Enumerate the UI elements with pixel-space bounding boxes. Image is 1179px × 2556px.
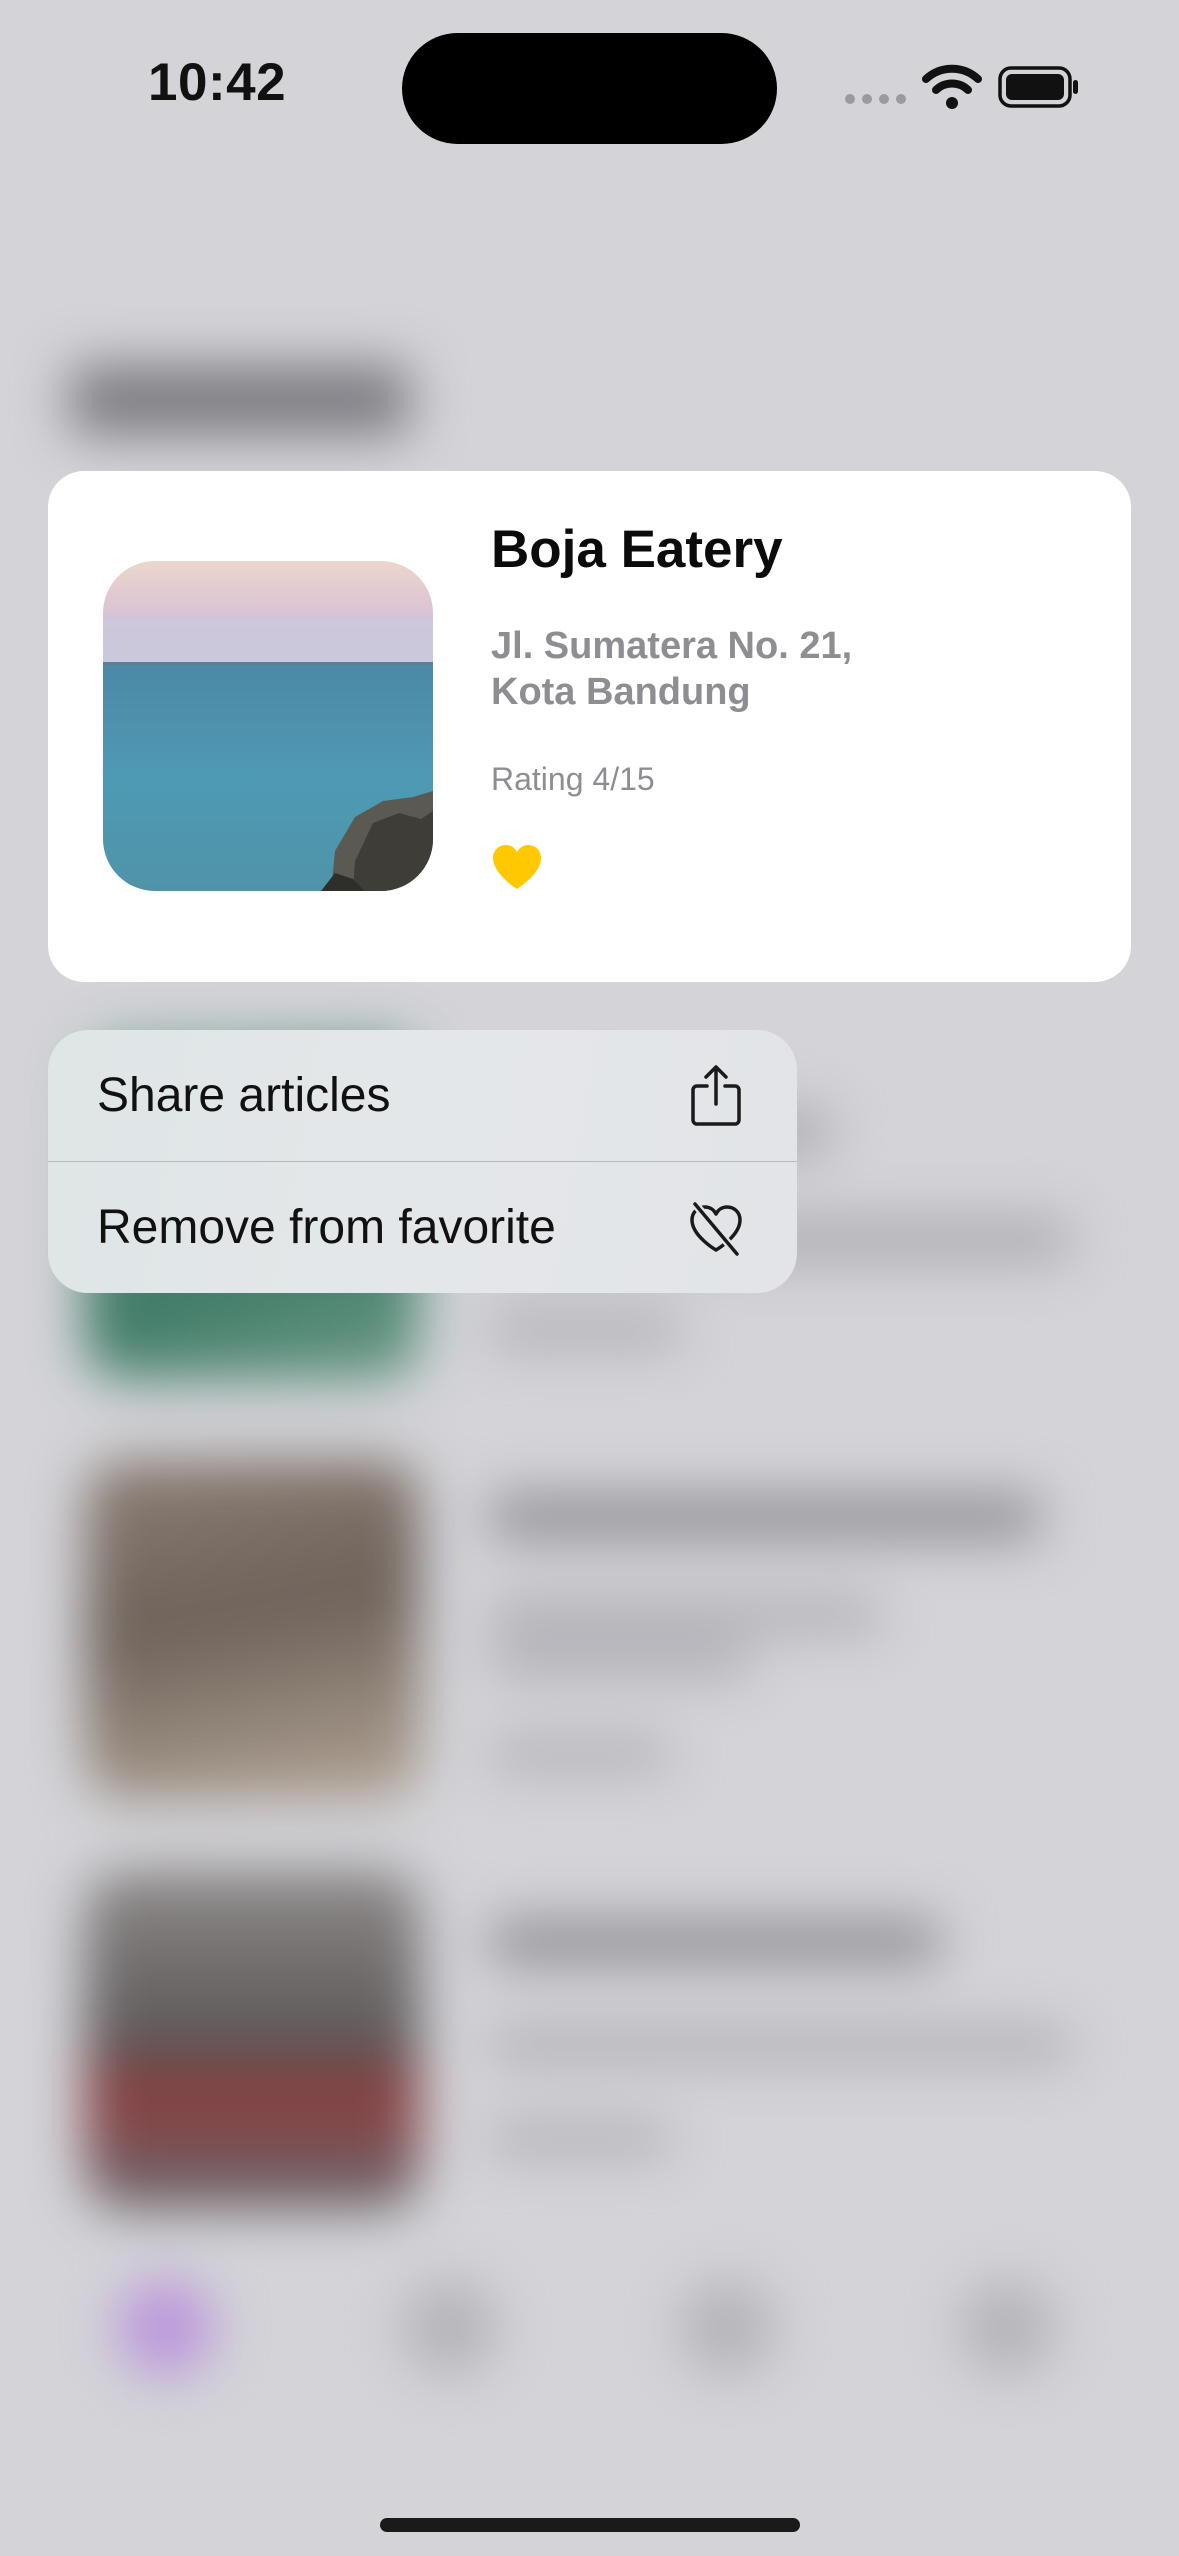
background-line	[490, 1920, 940, 1964]
background-line	[490, 2125, 670, 2153]
background-thumbnail	[85, 1460, 420, 1800]
share-articles-label: Share articles	[97, 1069, 391, 1122]
background-tab-active	[118, 2280, 213, 2375]
background-tab	[960, 2280, 1055, 2375]
background-line	[490, 1740, 670, 1768]
background-line	[490, 1495, 1040, 1539]
background-thumbnail	[85, 1870, 420, 2210]
heart-slash-icon	[690, 1199, 742, 1258]
restaurant-preview-card[interactable]: Boja Eatery Jl. Sumatera No. 21, Kota Ba…	[48, 471, 1131, 982]
status-time: 10:42	[148, 53, 287, 112]
status-bar: 10:42	[0, 0, 1179, 180]
battery-icon	[998, 66, 1078, 108]
restaurant-address: Jl. Sumatera No. 21, Kota Bandung	[491, 623, 852, 715]
background-line	[490, 1645, 750, 1675]
background-tab	[680, 2280, 775, 2375]
favorite-heart-icon	[493, 845, 541, 889]
share-articles-menu-item[interactable]: Share articles	[48, 1030, 797, 1161]
home-indicator[interactable]	[380, 2518, 800, 2532]
address-line-2: Kota Bandung	[491, 671, 751, 713]
wifi-icon	[922, 64, 982, 109]
background-line	[490, 2030, 1070, 2060]
background-line	[490, 1315, 680, 1345]
background-tab	[402, 2280, 497, 2375]
address-line-1: Jl. Sumatera No. 21,	[491, 625, 853, 667]
background-screen-title	[70, 365, 410, 435]
cellular-signal-icon	[845, 94, 906, 104]
dynamic-island	[402, 33, 777, 144]
restaurant-name: Boja Eatery	[491, 520, 783, 579]
share-icon	[691, 1064, 741, 1126]
restaurant-rating: Rating 4/15	[491, 761, 655, 797]
restaurant-thumbnail-image	[103, 561, 433, 891]
background-line	[490, 1600, 880, 1630]
remove-from-favorite-label: Remove from favorite	[97, 1201, 556, 1254]
context-menu: Share articles Remove from favorite	[48, 1030, 797, 1293]
remove-from-favorite-menu-item[interactable]: Remove from favorite	[48, 1162, 797, 1293]
